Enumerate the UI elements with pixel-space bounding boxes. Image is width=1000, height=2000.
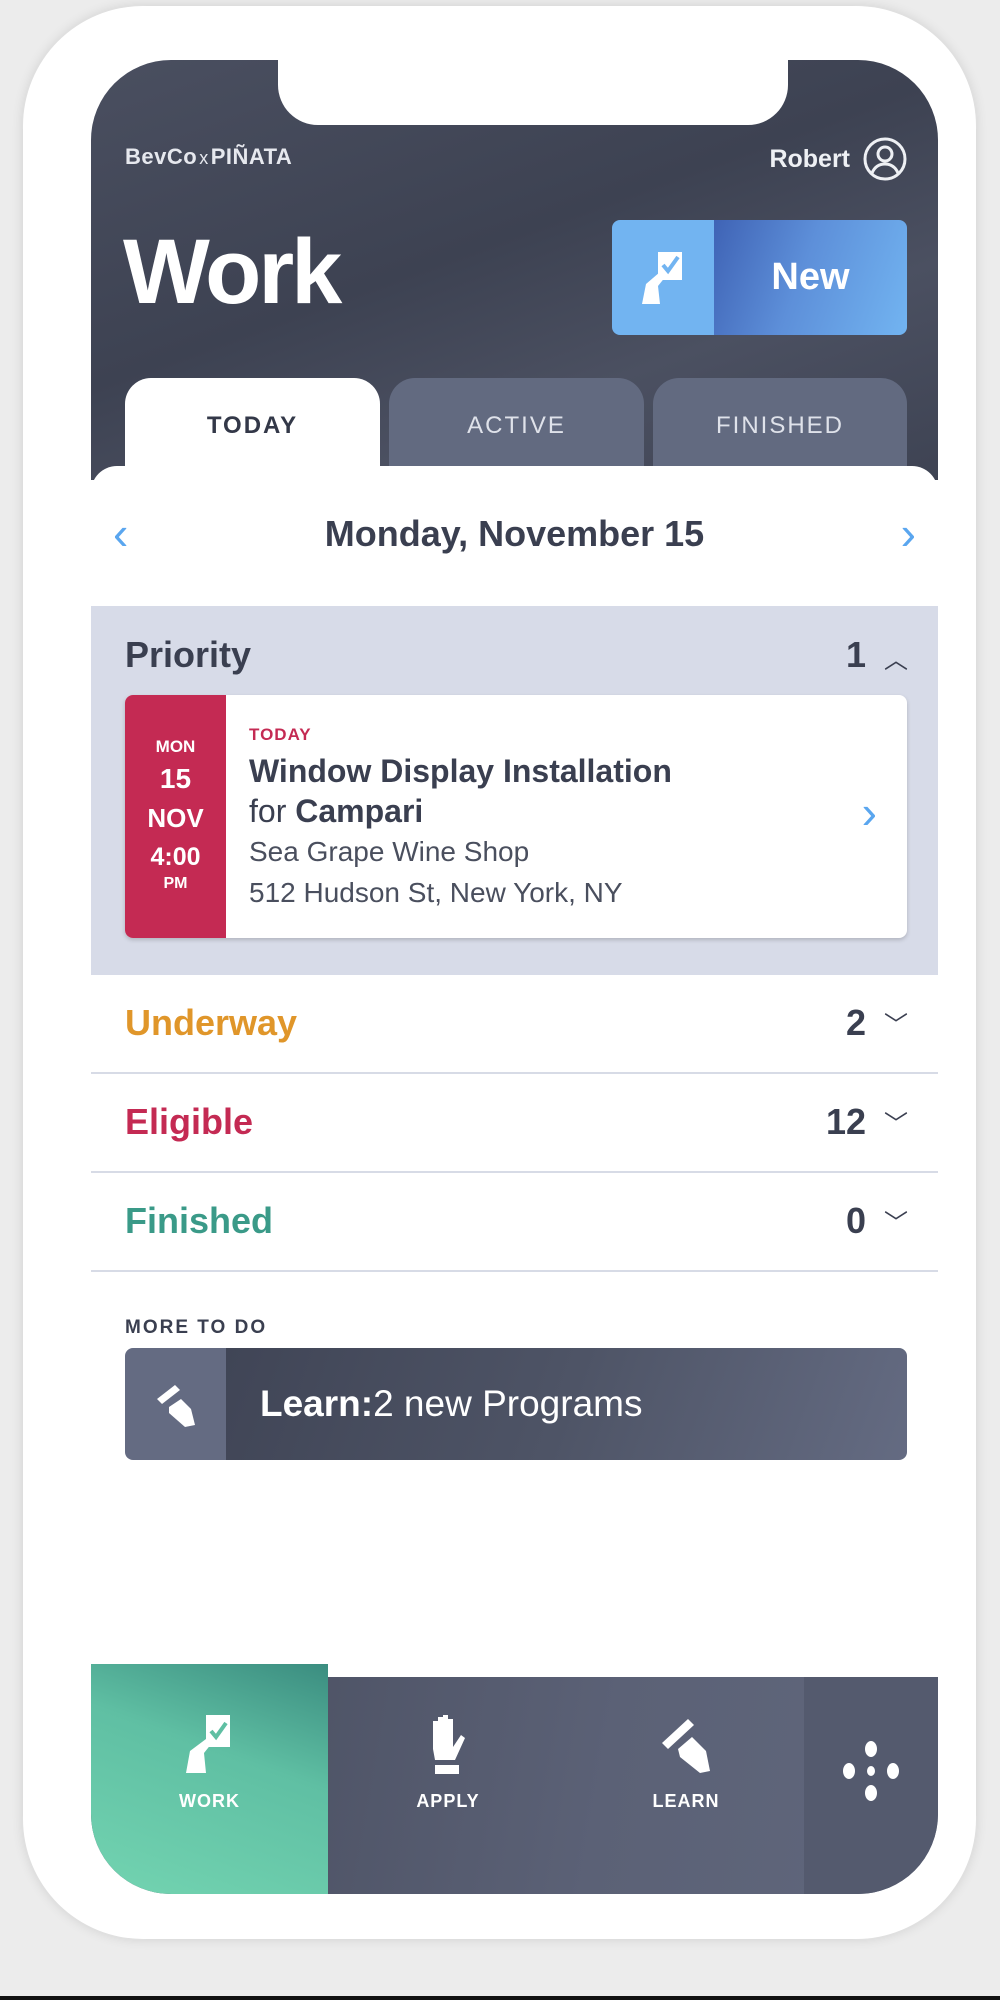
priority-heading: Priority bbox=[125, 634, 252, 675]
phone-notch bbox=[278, 60, 788, 125]
hand-ballot-icon bbox=[642, 251, 682, 304]
tab-active[interactable]: ACTIVE bbox=[389, 378, 644, 478]
section-finished[interactable]: Finished 0 ﹀ bbox=[91, 1173, 938, 1272]
job-tag: TODAY bbox=[249, 725, 312, 744]
brand-logo: BevCo xPIÑATA bbox=[125, 144, 293, 169]
section-eligible[interactable]: Eligible 12 ﹀ bbox=[91, 1074, 938, 1173]
chevron-right-icon[interactable]: › bbox=[901, 506, 916, 560]
chevron-left-icon[interactable]: ‹ bbox=[113, 506, 128, 560]
hand-pencil-icon bbox=[156, 1385, 195, 1427]
job-card[interactable]: MON 15 NOV 4:00 PM TODAY Window Display … bbox=[125, 695, 907, 938]
section-underway[interactable]: Underway 2 ﹀ bbox=[91, 975, 938, 1074]
new-button[interactable]: New bbox=[612, 220, 907, 335]
raised-hand-icon bbox=[433, 1715, 465, 1774]
user-menu[interactable]: Robert bbox=[769, 136, 908, 182]
priority-count: 1 bbox=[845, 634, 866, 675]
chevron-right-icon: › bbox=[861, 786, 877, 838]
nav-apply[interactable]: APPLY bbox=[328, 1677, 568, 1894]
chevron-down-icon: ﹀ bbox=[884, 1210, 908, 1237]
learn-programs-banner[interactable]: Learn: 2 new Programs bbox=[125, 1348, 907, 1460]
user-name: Robert bbox=[769, 144, 850, 173]
user-avatar-icon bbox=[863, 137, 907, 181]
job-title: Window Display Installation bbox=[249, 753, 672, 789]
hand-ballot-icon bbox=[185, 1715, 230, 1773]
hand-pencil-icon bbox=[662, 1719, 710, 1773]
chevron-up-icon[interactable]: ︿ bbox=[884, 640, 908, 675]
phone-screen: BevCo xPIÑATA Robert Work New TODAY ACTIV… bbox=[91, 60, 938, 1894]
job-store: Sea Grape Wine Shop bbox=[249, 836, 530, 867]
page-title: Work bbox=[123, 221, 342, 323]
bottom-edge bbox=[0, 1996, 1000, 2000]
tab-finished[interactable]: FINISHED bbox=[653, 378, 907, 478]
priority-section: Priority 1 ︿ MON 15 NOV 4:00 PM TODAY Wi… bbox=[91, 606, 938, 975]
phone-frame: BevCo xPIÑATA Robert Work New TODAY ACTIV… bbox=[23, 6, 976, 1939]
job-address: 512 Hudson St, New York, NY bbox=[249, 877, 623, 908]
date-navigator: ‹ Monday, November 15 › bbox=[91, 506, 938, 562]
nav-work[interactable]: WORK bbox=[91, 1664, 328, 1894]
content: ‹ Monday, November 15 › Priority 1 ︿ MON… bbox=[91, 466, 938, 1716]
bottom-nav: WORK APPLY LEARN bbox=[91, 1664, 938, 1894]
chevron-down-icon: ﹀ bbox=[884, 1111, 908, 1138]
job-brand: for Campari bbox=[249, 793, 424, 829]
more-to-do-heading: MORE TO DO bbox=[125, 1317, 268, 1338]
date-badge: MON 15 NOV 4:00 PM bbox=[125, 695, 226, 938]
chevron-down-icon: ﹀ bbox=[884, 1012, 908, 1039]
more-menu-button[interactable] bbox=[804, 1677, 938, 1894]
date-label: Monday, November 15 bbox=[324, 513, 705, 554]
dots-menu-icon bbox=[843, 1740, 899, 1801]
nav-learn[interactable]: LEARN bbox=[568, 1677, 804, 1894]
